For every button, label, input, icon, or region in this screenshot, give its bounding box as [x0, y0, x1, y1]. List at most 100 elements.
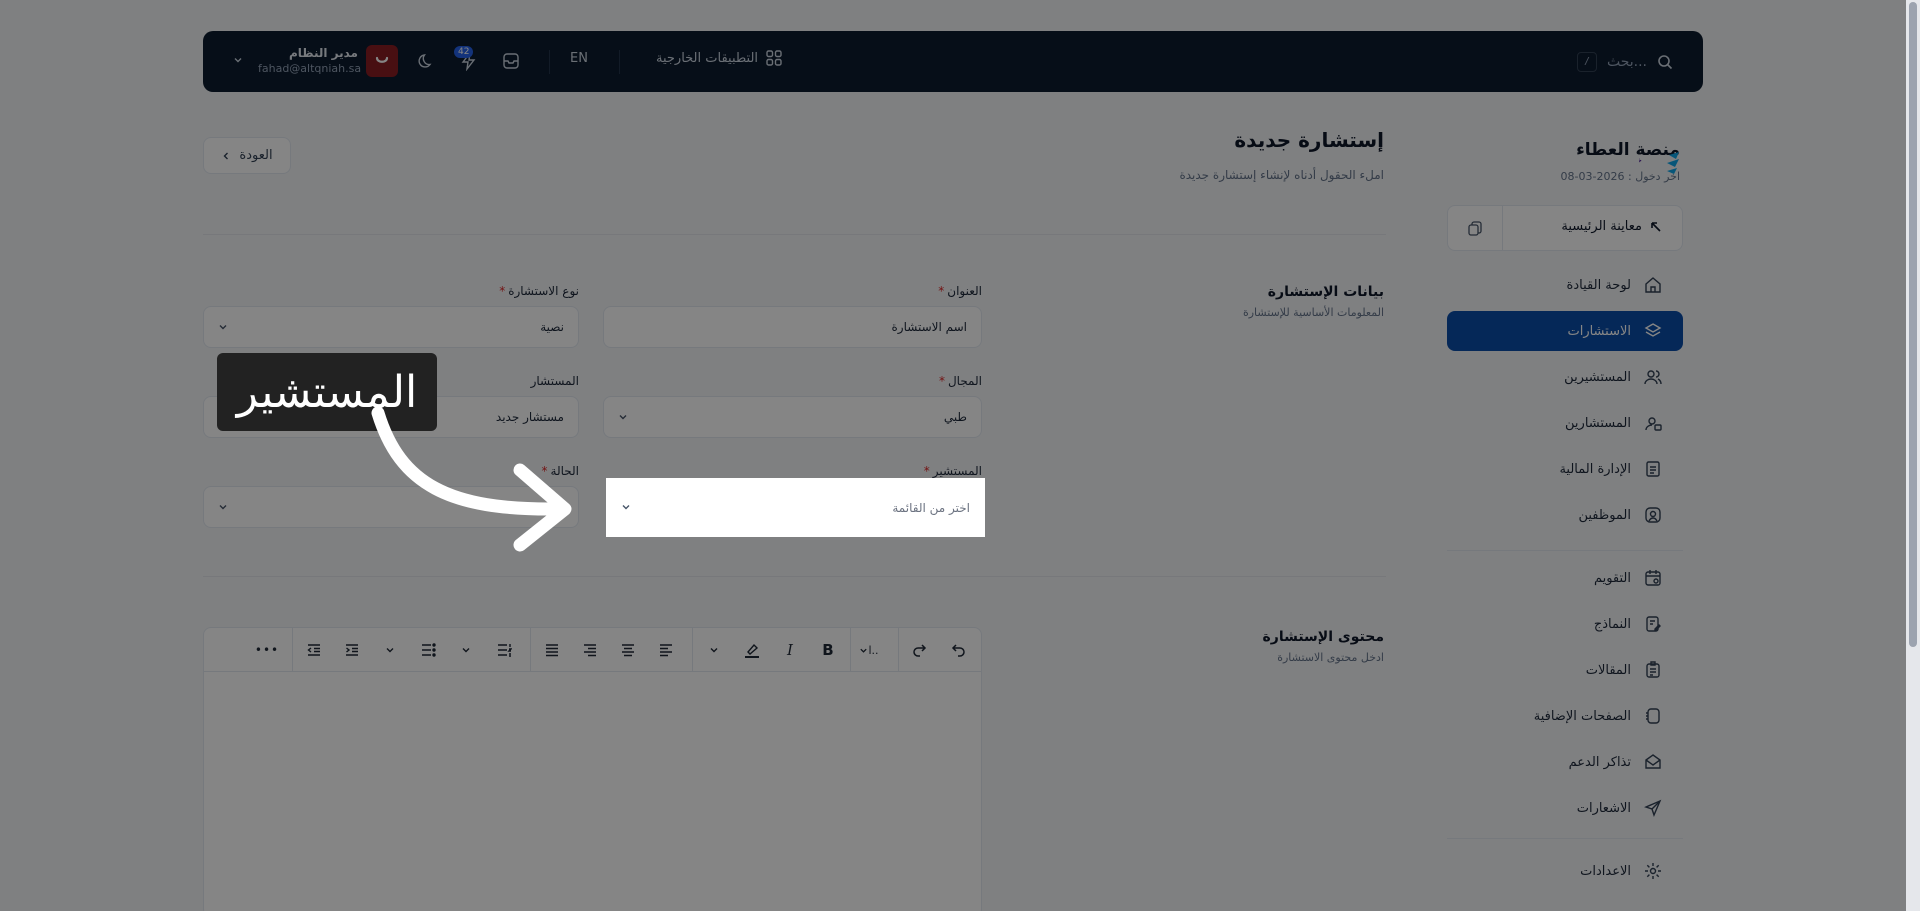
sidebar-item-consultations[interactable]: الاستشارات — [1447, 311, 1683, 351]
sidebar-item-settings[interactable]: الاعدادات — [1447, 851, 1683, 891]
client-select-placeholder: اختر من القائمة — [892, 500, 970, 515]
domain-label-text: المجال — [947, 374, 982, 388]
bullet-list-icon[interactable] — [418, 640, 438, 660]
domain-label: المجال* — [939, 374, 982, 388]
grid-icon — [766, 50, 782, 66]
chevron-down-icon[interactable] — [456, 640, 476, 660]
chevron-down-icon — [218, 322, 228, 332]
preview-home-button[interactable]: معاينة الرئيسية — [1447, 205, 1683, 251]
copy-icon[interactable] — [1466, 219, 1484, 237]
sidebar-item-label: الاشعارات — [1576, 800, 1631, 816]
sidebar-item-dashboard[interactable]: لوحة القيادة — [1447, 265, 1683, 305]
required-mark: * — [938, 374, 945, 388]
title-label: العنوان* — [938, 284, 982, 298]
undo-icon[interactable] — [948, 640, 968, 660]
more-options-button[interactable]: ••• — [255, 640, 278, 660]
required-mark: * — [923, 464, 930, 478]
align-right-icon[interactable] — [580, 640, 600, 660]
ticket-icon — [1643, 752, 1663, 772]
paragraph-style-select[interactable]: ا.. — [854, 640, 884, 660]
arrow-up-left-icon — [1650, 221, 1662, 233]
client-select[interactable]: اختر من القائمة — [607, 479, 984, 536]
type-select-value: نصية — [540, 320, 564, 334]
divider — [203, 234, 1386, 235]
required-mark: * — [938, 284, 945, 298]
home-icon — [1643, 275, 1663, 295]
sidebar-item-notifications[interactable]: الاشعارات — [1447, 788, 1683, 828]
indent-increase-icon[interactable] — [342, 640, 362, 660]
user-info[interactable]: مدير النظام fahad@altqniah.sa — [258, 46, 362, 75]
chevron-down-icon[interactable] — [233, 55, 243, 65]
chevron-down-icon[interactable] — [380, 640, 400, 660]
top-bar: / بحث... التطبيقات الخارجية EN 42 مدير ا… — [203, 31, 1703, 92]
type-label: نوع الاستشارة* — [499, 284, 579, 298]
sidebar-item-label: تذاكر الدعم — [1568, 754, 1631, 770]
sidebar-item-clients[interactable]: المستشيرين — [1447, 357, 1683, 397]
align-center-icon[interactable] — [618, 640, 638, 660]
sidebar-item-label: المستشارين — [1565, 415, 1631, 431]
sidebar-item-calendar[interactable]: التقويم — [1447, 558, 1683, 598]
back-label: العودة — [239, 148, 273, 163]
sidebar-item-label: الموظفين — [1578, 507, 1631, 523]
align-left-icon[interactable] — [656, 640, 676, 660]
chevron-down-icon — [860, 648, 868, 653]
numbered-list-icon[interactable] — [494, 640, 514, 660]
section-title: بيانات الإستشارة — [1267, 284, 1384, 300]
italic-button[interactable]: I — [780, 640, 800, 660]
layers-icon — [1643, 321, 1663, 341]
user-square-icon — [1643, 505, 1663, 525]
sidebar-item-employees[interactable]: الموظفين — [1447, 495, 1683, 535]
rich-text-editor[interactable]: ••• I B ا.. — [203, 627, 982, 911]
form-icon — [1643, 614, 1663, 634]
chevron-down-icon — [621, 502, 631, 512]
gear-icon — [1643, 861, 1663, 881]
section-consultation-content: محتوى الإستشارة ادخل محتوى الاستشارة — [1263, 629, 1385, 664]
type-label-text: نوع الاستشارة — [508, 284, 579, 298]
user-email: fahad@altqniah.sa — [258, 62, 362, 75]
client-label-text: المستشير — [932, 464, 982, 478]
user-name: مدير النظام — [288, 46, 358, 60]
back-button[interactable]: العودة — [203, 137, 291, 174]
sidebar-item-finance[interactable]: الإدارة المالية — [1447, 449, 1683, 489]
moon-icon[interactable] — [416, 51, 436, 71]
align-justify-icon[interactable] — [542, 640, 562, 660]
sidebar-item-forms[interactable]: النماذج — [1447, 604, 1683, 644]
type-select[interactable]: نصية — [203, 306, 579, 348]
language-toggle[interactable]: EN — [570, 51, 588, 66]
avatar[interactable] — [366, 45, 398, 77]
topbar-divider — [619, 50, 620, 74]
section-subtitle: المعلومات الأساسية للإستشارة — [1242, 306, 1384, 319]
sidebar-item-consultants[interactable]: المستشارين — [1447, 403, 1683, 443]
sidebar-item-extra-pages[interactable]: الصفحات الإضافية — [1447, 696, 1683, 736]
global-search[interactable]: / بحث... — [1576, 49, 1673, 74]
external-apps-button[interactable]: التطبيقات الخارجية — [656, 50, 782, 66]
sidebar-item-label: الإدارة المالية — [1559, 461, 1631, 477]
domain-select-value: طبي — [943, 410, 967, 424]
sidebar-item-support-tickets[interactable]: تذاكر الدعم — [1447, 742, 1683, 782]
indent-decrease-icon[interactable] — [304, 640, 324, 660]
preview-home-label: معاينة الرئيسية — [1561, 219, 1642, 234]
sidebar-item-label: المستشيرين — [1564, 369, 1631, 385]
title-field[interactable]: اسم الاستشارة — [603, 306, 982, 348]
document-icon — [1643, 459, 1663, 479]
bold-button[interactable]: B — [818, 640, 838, 660]
svg-text:خبرة: خبرة — [1639, 156, 1642, 166]
sidebar-item-articles[interactable]: المقالات — [1447, 650, 1683, 690]
article-icon — [1643, 660, 1663, 680]
title-label-text: العنوان — [947, 284, 982, 298]
section-consultation-info: بيانات الإستشارة المعلومات الأساسية للإس… — [1243, 284, 1384, 319]
avatar-logo-icon — [375, 56, 389, 63]
inbox-icon[interactable] — [501, 51, 521, 71]
chevron-left-icon — [221, 151, 231, 161]
search-shortcut-key: / — [1576, 51, 1597, 72]
redo-icon[interactable] — [910, 640, 930, 660]
sidebar-item-label: الاستشارات — [1567, 323, 1631, 339]
domain-select[interactable]: طبي — [603, 396, 982, 438]
highlight-icon[interactable] — [742, 640, 762, 660]
toolbar-divider — [898, 628, 899, 672]
page-scrollbar-thumb[interactable] — [1909, 2, 1917, 647]
preview-home-link[interactable]: معاينة الرئيسية — [1561, 219, 1662, 234]
toolbar-divider — [292, 628, 293, 672]
search-icon — [1657, 54, 1673, 70]
chevron-down-icon[interactable] — [704, 640, 724, 660]
